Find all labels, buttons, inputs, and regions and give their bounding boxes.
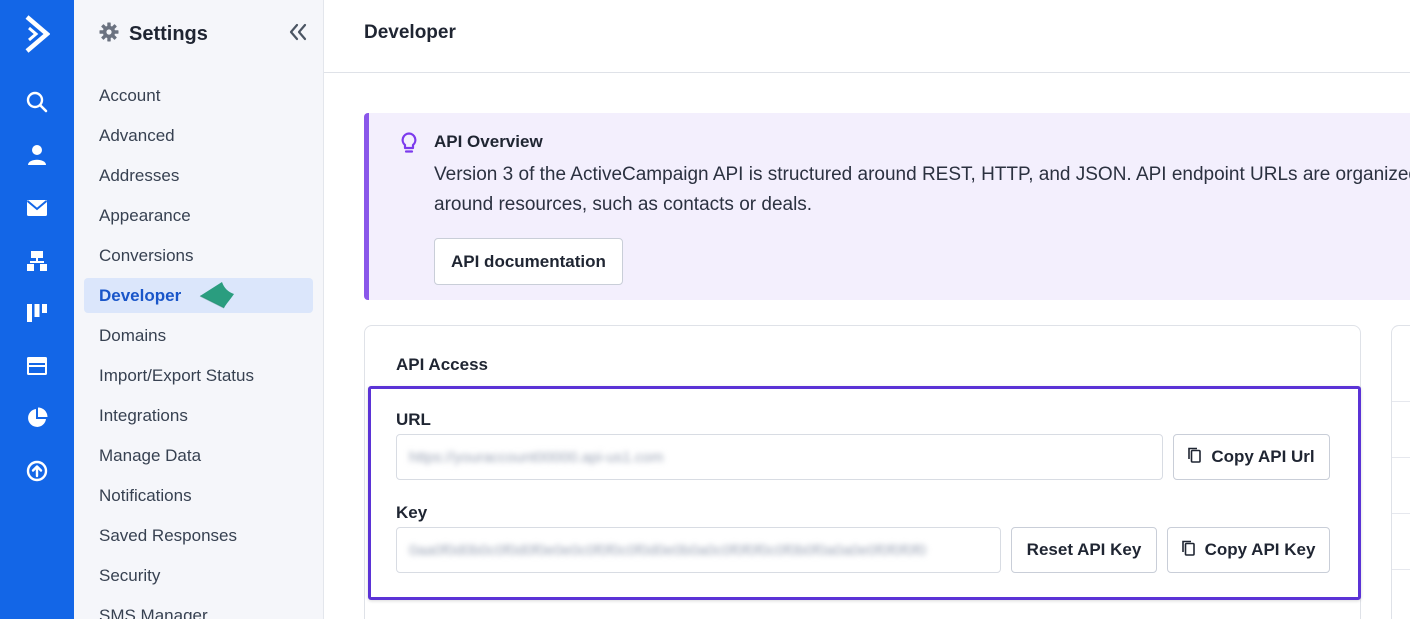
url-label: URL	[396, 410, 431, 429]
api-access-title: API Access	[396, 355, 488, 374]
url-value: https://youraccount00000.api-us1.com	[409, 448, 664, 466]
lightbulb-icon	[401, 132, 417, 159]
sidebar-item-manage-data[interactable]: Manage Data	[84, 438, 313, 473]
copy-api-url-label: Copy API Url	[1211, 447, 1315, 466]
sidebar-item-security[interactable]: Security	[84, 558, 313, 593]
envelope-icon[interactable]	[0, 188, 74, 228]
sidebar-item-integrations[interactable]: Integrations	[84, 398, 313, 433]
activecampaign-logo-icon[interactable]	[0, 14, 74, 54]
sidebar-item-advanced[interactable]: Advanced	[84, 118, 313, 153]
divider	[1392, 457, 1410, 458]
divider	[1392, 569, 1410, 570]
copy-icon	[1188, 447, 1202, 468]
copy-api-key-label: Copy API Key	[1204, 540, 1316, 559]
browser-window-icon[interactable]	[0, 346, 74, 386]
gear-icon	[99, 22, 119, 47]
divider	[1392, 513, 1410, 514]
page-title: Developer	[364, 22, 456, 43]
sidebar-header: Settings	[74, 0, 323, 70]
search-icon[interactable]	[0, 82, 74, 122]
side-card	[1391, 325, 1410, 619]
copy-api-url-button[interactable]: Copy API Url	[1173, 434, 1330, 480]
sidebar-item-addresses[interactable]: Addresses	[84, 158, 313, 193]
api-overview-callout: API Overview Version 3 of the ActiveCamp…	[364, 113, 1410, 300]
divider	[1392, 401, 1410, 402]
url-field[interactable]: https://youraccount00000.api-us1.com	[396, 434, 1163, 480]
pointer-arrow-icon	[198, 280, 238, 315]
app-rail	[0, 0, 74, 619]
overview-description: Version 3 of the ActiveCampaign API is s…	[434, 164, 1410, 215]
sidebar-item-saved-responses[interactable]: Saved Responses	[84, 518, 313, 553]
main-content: Developer API Overview Version 3 of the …	[324, 0, 1410, 619]
page-header: Developer	[324, 0, 1410, 73]
sitemap-icon[interactable]	[0, 241, 74, 281]
sidebar-item-domains[interactable]: Domains	[84, 318, 313, 353]
api-documentation-button[interactable]: API documentation	[434, 238, 623, 285]
sidebar-item-account[interactable]: Account	[84, 78, 313, 113]
key-label: Key	[396, 503, 428, 522]
copy-icon	[1181, 540, 1195, 561]
sidebar-item-appearance[interactable]: Appearance	[84, 198, 313, 233]
upload-circle-icon[interactable]	[0, 451, 74, 491]
key-field[interactable]: 0aa0f0d0b0c0f0d0f0e0e0c0f0f0c0f0d0e0b0a0…	[396, 527, 1001, 573]
double-chevron-left-icon[interactable]	[287, 22, 309, 42]
copy-api-key-button[interactable]: Copy API Key	[1167, 527, 1330, 573]
pipeline-icon[interactable]	[0, 293, 74, 333]
sidebar-item-sms-manager[interactable]: SMS Manager	[84, 598, 313, 619]
sidebar-item-conversions[interactable]: Conversions	[84, 238, 313, 273]
api-access-card: API Access URL https://youraccount00000.…	[364, 325, 1361, 619]
overview-title: API Overview	[434, 132, 543, 151]
sidebar-title: Settings	[129, 23, 208, 45]
sidebar-item-import-export-status[interactable]: Import/Export Status	[84, 358, 313, 393]
sidebar-item-notifications[interactable]: Notifications	[84, 478, 313, 513]
reset-api-key-button[interactable]: Reset API Key	[1011, 527, 1157, 573]
key-value: 0aa0f0d0b0c0f0d0f0e0e0c0f0f0c0f0d0e0b0a0…	[409, 541, 927, 559]
person-icon[interactable]	[0, 135, 74, 175]
pie-chart-icon[interactable]	[0, 398, 74, 438]
